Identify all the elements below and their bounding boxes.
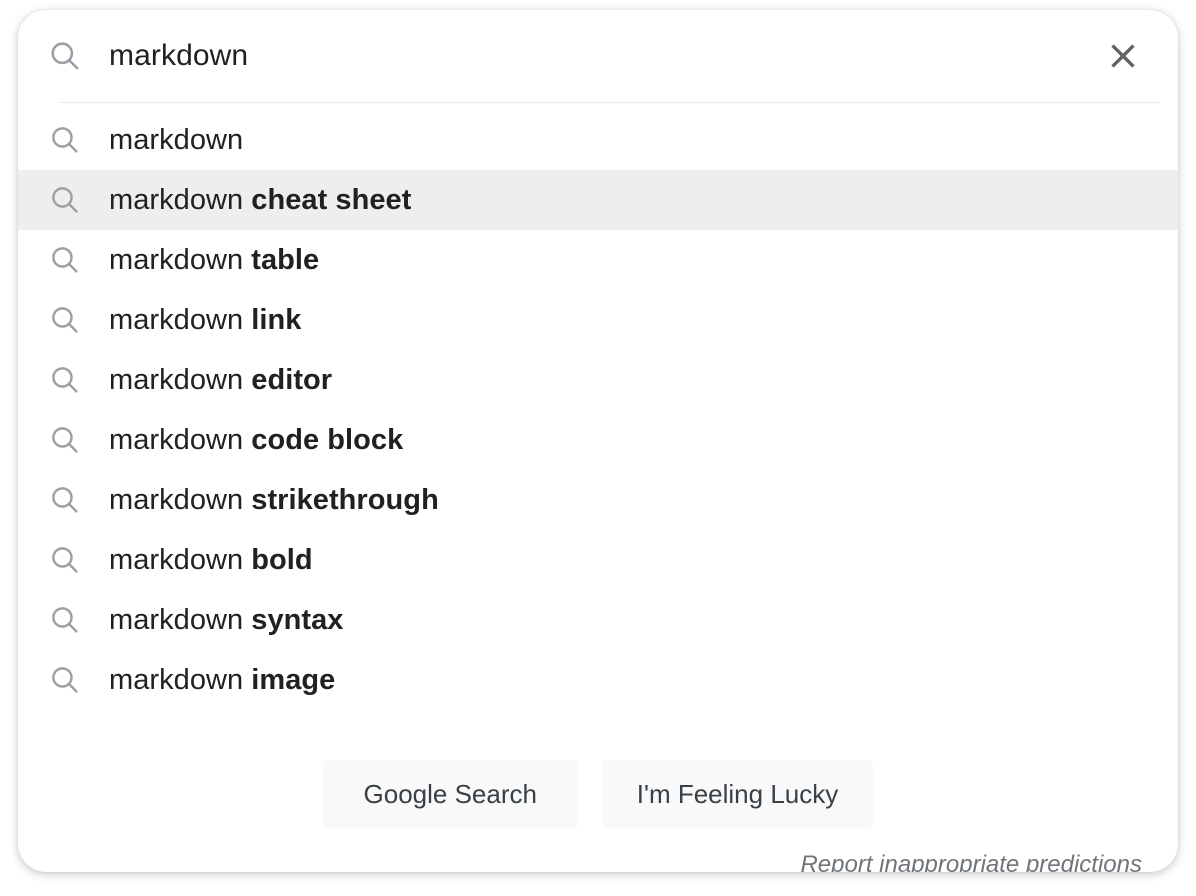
suggestion-completion: syntax: [243, 604, 344, 636]
search-icon: [42, 423, 88, 457]
suggestion-item[interactable]: markdown strikethrough: [18, 470, 1178, 530]
input-divider: [60, 102, 1160, 103]
suggestion-item[interactable]: markdown: [18, 110, 1178, 170]
suggestion-prefix: markdown: [109, 604, 244, 636]
suggestion-item[interactable]: markdown editor: [18, 350, 1178, 410]
suggestion-completion: table: [243, 244, 320, 276]
suggestion-text: markdown bold: [109, 543, 313, 577]
google-search-button[interactable]: Google Search: [322, 760, 578, 828]
suggestion-completion: link: [243, 304, 302, 336]
search-icon: [42, 183, 88, 217]
suggestion-item[interactable]: markdown table: [18, 230, 1178, 290]
suggestion-completion: editor: [243, 364, 333, 396]
suggestion-prefix: markdown: [109, 244, 244, 276]
suggestion-prefix: markdown: [109, 364, 244, 396]
report-predictions-link[interactable]: Report inappropriate predictions: [800, 850, 1142, 872]
suggestion-text: markdown code block: [109, 423, 403, 457]
suggestion-completion: code block: [243, 424, 404, 456]
suggestion-prefix: markdown: [109, 484, 244, 516]
suggestion-item[interactable]: markdown bold: [18, 530, 1178, 590]
suggestion-prefix: markdown: [109, 544, 244, 576]
suggestion-text: markdown: [109, 123, 243, 157]
suggestion-text: markdown syntax: [109, 603, 343, 637]
suggestion-item[interactable]: markdown link: [18, 290, 1178, 350]
suggestion-completion: image: [243, 664, 336, 696]
suggestion-text: markdown editor: [109, 363, 332, 397]
suggestion-item[interactable]: markdown syntax: [18, 590, 1178, 650]
suggestion-prefix: markdown: [109, 304, 244, 336]
suggestion-list: markdown markdown cheat sheet markdown tab…: [18, 110, 1178, 710]
search-icon: [42, 243, 88, 277]
search-icon: [42, 663, 88, 697]
search-icon: [42, 123, 88, 157]
action-button-row: Google Search I'm Feeling Lucky: [18, 760, 1178, 828]
search-icon: [42, 543, 88, 577]
suggestion-completion: cheat sheet: [243, 184, 412, 216]
suggestion-item[interactable]: markdown cheat sheet: [18, 170, 1178, 230]
suggestion-item[interactable]: markdown image: [18, 650, 1178, 710]
feeling-lucky-button[interactable]: I'm Feeling Lucky: [601, 760, 874, 828]
search-icon: [42, 303, 88, 337]
suggestion-text: markdown table: [109, 243, 319, 277]
search-icon: [42, 363, 88, 397]
search-icon: [42, 603, 88, 637]
search-icon: [42, 38, 88, 74]
search-suggestion-card: markdown markdown markdown cheat sheet mar…: [18, 10, 1178, 872]
suggestion-text: markdown image: [109, 663, 335, 697]
search-icon: [42, 483, 88, 517]
suggestion-text: markdown cheat sheet: [109, 183, 411, 217]
suggestion-text: markdown strikethrough: [109, 483, 439, 517]
suggestion-item[interactable]: markdown code block: [18, 410, 1178, 470]
suggestion-prefix: markdown: [109, 664, 244, 696]
suggestion-prefix: markdown: [109, 184, 244, 216]
search-input[interactable]: markdown: [109, 38, 1094, 74]
suggestion-text: markdown link: [109, 303, 301, 337]
close-icon: [1106, 39, 1140, 73]
clear-search-button[interactable]: [1094, 27, 1152, 85]
suggestion-completion: bold: [243, 544, 313, 576]
search-overlay-page: markdown markdown markdown cheat sheet mar…: [0, 0, 1196, 896]
search-input-row[interactable]: markdown: [18, 10, 1178, 102]
suggestion-completion: strikethrough: [243, 484, 439, 516]
suggestion-prefix: markdown: [109, 124, 244, 156]
suggestion-prefix: markdown: [109, 424, 244, 456]
